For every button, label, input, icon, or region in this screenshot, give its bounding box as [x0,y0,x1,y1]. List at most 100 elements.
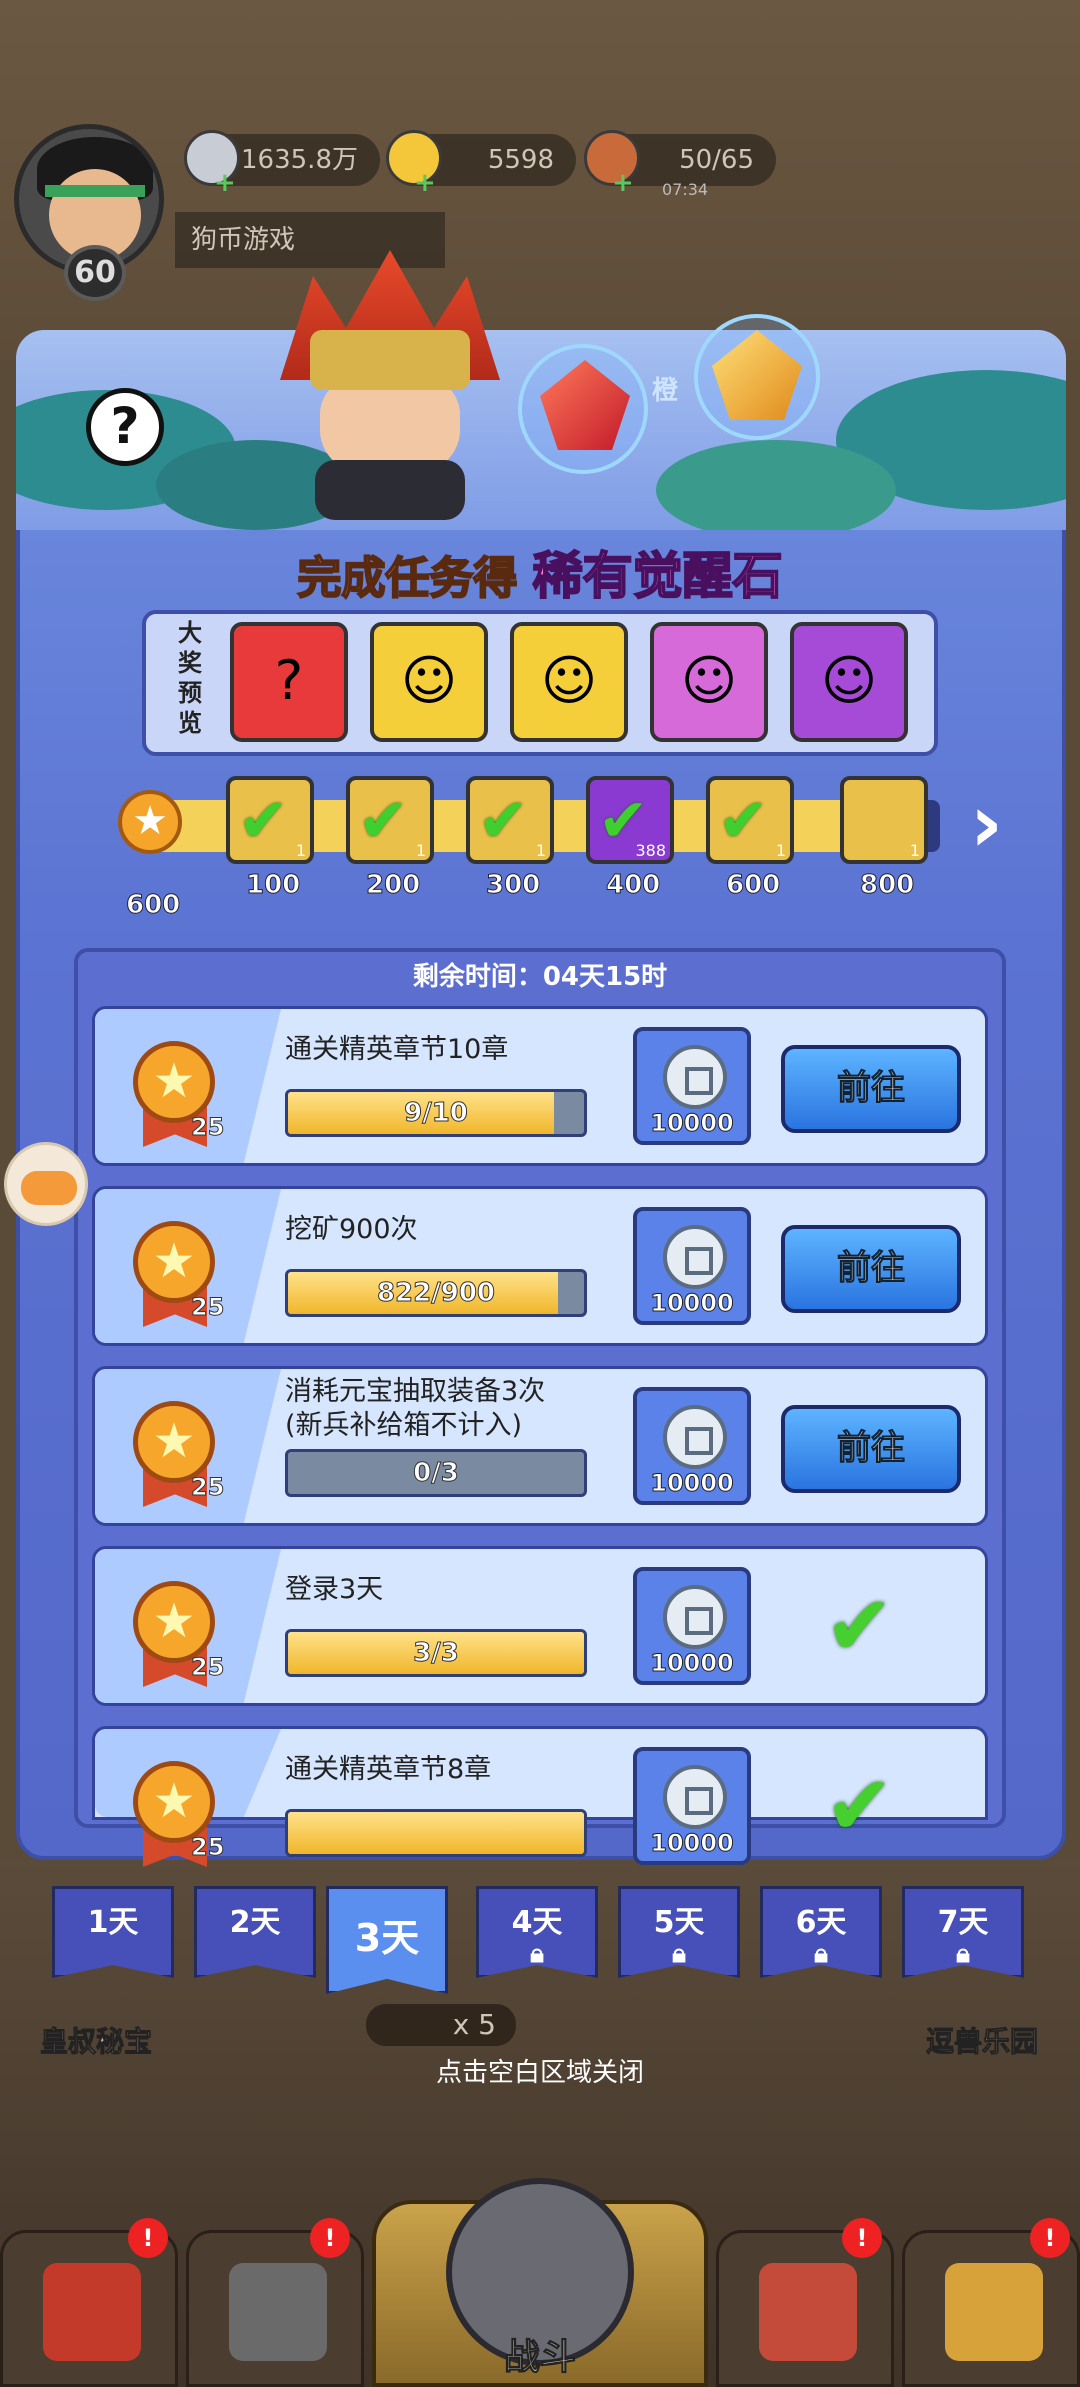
notification-badge: ! [1030,2218,1070,2258]
milestone-reward[interactable]: ✔ 388 [586,776,674,864]
task-progress-text: 0/3 [413,1458,460,1489]
player-level-badge: 60 [64,245,126,301]
notification-badge: ! [310,2218,350,2258]
task-card: ★ 25 通关精英章节8章 10000 ✔ [92,1726,988,1867]
preview-item-random-piece[interactable]: ? [230,622,348,742]
task-name: 通关精英章节8章 [285,1754,492,1785]
day-tab-label: 1天 [87,1905,139,1940]
task-points: 25 [190,1833,225,1862]
milestone-reward[interactable]: ✔ 1 [706,776,794,864]
coins-add-icon[interactable]: + [214,168,236,198]
reward-coin-box[interactable]: 10000 [633,1387,751,1505]
day-tab-label: 4天 [511,1905,563,1940]
milestone-count: 1 [775,841,786,860]
preview-item-hero-3[interactable]: ☺ [650,622,768,742]
star-medal-icon: ★ [133,1041,215,1123]
milestone-label: 200 [365,870,421,901]
gamepad-float-button[interactable] [4,1142,88,1226]
upgrade-icon [945,2263,1043,2361]
task-name: 消耗元宝抽取装备3次 (新兵补给箱不计入) [285,1376,546,1441]
task-progress-bar: 3/3 [285,1629,587,1677]
milestone-count: 1 [295,841,306,860]
close-hint[interactable]: 点击空白区域关闭 [0,2052,1080,2089]
title-prefix: 完成任务得 [296,552,518,605]
milestone-label: 400 [605,870,661,901]
coin-icon [663,1405,727,1469]
reward-coin-box[interactable]: 10000 [633,1207,751,1325]
coin-icon [663,1765,727,1829]
reward-coin-box[interactable]: 10000 [633,1027,751,1145]
day-tab-4[interactable]: 4天 🔒︎ [476,1886,598,1978]
milestone-count: 1 [535,841,546,860]
day-tab-label: 6天 [795,1905,847,1940]
star-medal-icon: ★ [133,1401,215,1483]
task-points: 25 [190,1473,225,1502]
day-tab-3[interactable]: 3天 [326,1886,448,1994]
milestone-count: 1 [909,841,920,860]
milestone-reward[interactable]: ✔ 1 [466,776,554,864]
day-tab-6[interactable]: 6天 🔒︎ [760,1886,882,1978]
go-button[interactable]: 前往 [781,1405,961,1493]
task-progress-text: 822/900 [376,1278,496,1309]
milestone-reward[interactable]: ✔ 1 [346,776,434,864]
completed-check-icon: ✔ [825,1579,894,1674]
coin-icon [663,1585,727,1649]
gem-quality-label: 橙 [652,376,679,406]
task-name: 挖矿900次 [285,1214,418,1245]
day-tab-label: 3天 [354,1916,420,1960]
task-points: 25 [190,1293,225,1322]
royal-treasure-label[interactable]: 皇叔秘宝 [39,2020,152,2060]
reward-coin-box[interactable]: 10000 [633,1747,751,1865]
day-tab-label: 5天 [653,1905,705,1940]
points-star-icon: ★ [118,790,182,854]
day-tab-5[interactable]: 5天 🔒︎ [618,1886,740,1978]
hero-4-icon: ☺ [820,649,878,712]
milestone-label: 600 [725,870,781,901]
ingots-add-icon[interactable]: + [414,168,436,198]
help-button[interactable]: ? [86,388,164,466]
stamina-add-icon[interactable]: + [612,168,634,198]
go-button[interactable]: 前往 [781,1045,961,1133]
milestone-reward[interactable]: ✔ 1 [226,776,314,864]
shop-icon [43,2263,141,2361]
reward-coin-box[interactable]: 10000 [633,1567,751,1685]
hero-1-icon: ☺ [400,649,458,712]
task-name: 登录3天 [285,1574,384,1605]
star-medal-icon: ★ [133,1221,215,1303]
task-progress-bar: 822/900 [285,1269,587,1317]
go-button[interactable]: 前往 [781,1225,961,1313]
stamina-cost: x 5 [366,2004,516,2046]
task-progress-bar: 0/3 [285,1449,587,1497]
next-arrow-icon[interactable]: › [970,784,1003,864]
hero-3-icon: ☺ [680,649,738,712]
check-icon: ✔ [358,786,409,856]
helmet-icon [229,2263,327,2361]
milestone-label: 800 [859,870,915,901]
completed-check-icon: ✔ [825,1759,894,1854]
gamepad-icon [21,1171,77,1205]
preview-item-hero-2[interactable]: ☺ [510,622,628,742]
battle-label: 战斗 [503,2337,576,2379]
beast-park-label[interactable]: 逗兽乐园 [925,2020,1038,2060]
hero-illustration [270,250,510,520]
notification-badge: ! [128,2218,168,2258]
day-tab-2[interactable]: 2天 [194,1886,316,1978]
star-medal-icon: ★ [133,1581,215,1663]
day-tab-1[interactable]: 1天 [52,1886,174,1978]
task-card: ★ 25 消耗元宝抽取装备3次 (新兵补给箱不计入) 0/3 10000 前往 [92,1366,988,1526]
task-card: ★ 25 通关精英章节10章 9/10 10000 前往 [92,1006,988,1166]
preview-item-hero-4[interactable]: ☺ [790,622,908,742]
stamina-timer: 07:34 [662,180,709,199]
task-points: 25 [190,1653,225,1682]
task-progress-text: 9/10 [404,1098,469,1129]
task-progress-bar [285,1809,587,1857]
day-tab-7[interactable]: 7天 🔒︎ [902,1886,1024,1978]
preview-item-hero-1[interactable]: ☺ [370,622,488,742]
task-name: 通关精英章节10章 [285,1034,509,1065]
preview-label: 大奖预览 [178,619,202,737]
milestone-count: 388 [635,841,666,860]
reward-amount: 10000 [650,1109,735,1138]
day-tab-label: 2天 [229,1905,281,1940]
check-icon: ✔ [238,786,289,856]
milestone-reward[interactable]: 1 [840,776,928,864]
